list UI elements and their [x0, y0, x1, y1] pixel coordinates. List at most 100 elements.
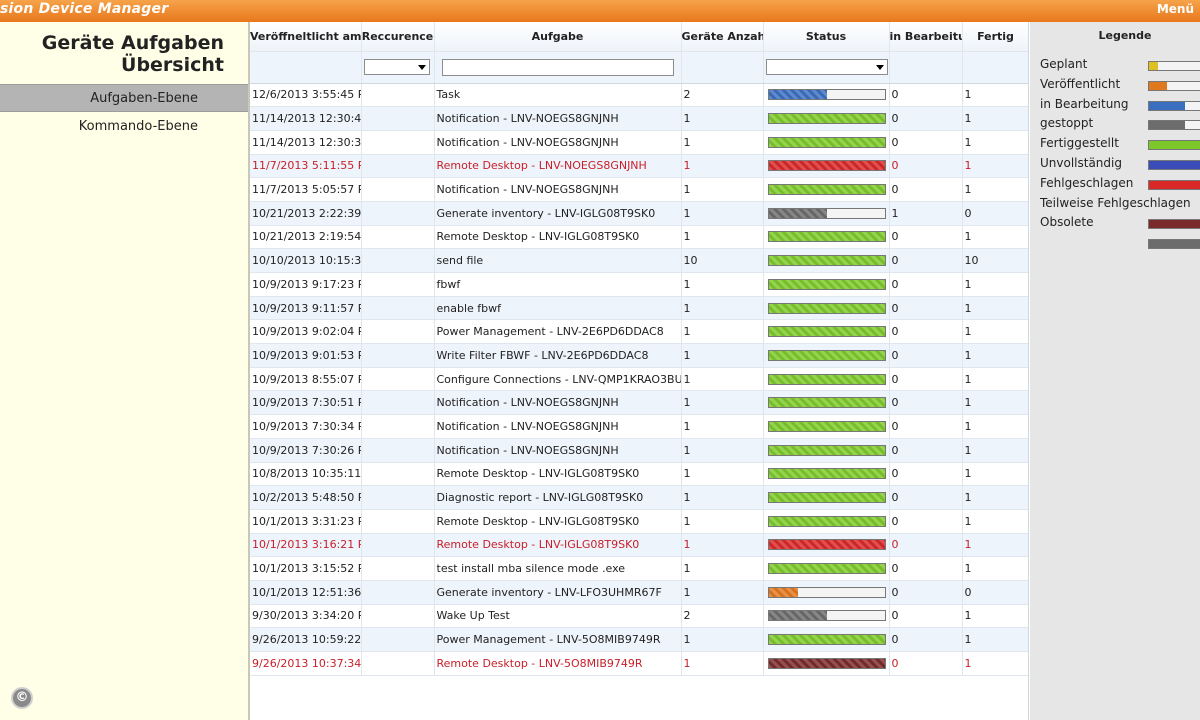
reccurence-filter-select[interactable]	[363, 59, 430, 75]
table-row[interactable]: 10/1/2013 3:15:52 PM test install mba sil…	[250, 556, 1028, 581]
table-row[interactable]: 10/21/2013 2:22:39 PM Generate inventory …	[250, 201, 1028, 226]
cell-reccurence	[361, 272, 435, 297]
cell-date: 10/21/2013 2:22:39 PM	[250, 201, 362, 226]
table-row[interactable]: 10/21/2013 2:19:54 PM Remote Desktop - LN…	[250, 225, 1028, 250]
table-row[interactable]: 10/9/2013 9:17:23 PMfbwf101	[250, 272, 1028, 297]
legend-item: Fertiggestellt	[1040, 136, 1200, 154]
legend-item-label: gestoppt	[1040, 116, 1094, 131]
status-progress-fill	[768, 350, 885, 360]
cell-reccurence	[361, 319, 435, 345]
status-progress-fill	[768, 564, 885, 574]
table-row[interactable]: 10/9/2013 7:30:34 PM Notification - LNV-N…	[250, 414, 1028, 439]
app-title: sion Device Manager	[0, 1, 169, 17]
cell-in-bearbeitung: 0	[889, 296, 963, 321]
legend-item: Unvollständig	[1040, 156, 1200, 174]
table-row[interactable]: 11/14/2013 12:30:42 PM Notification - LNV…	[250, 106, 1028, 131]
cell-status	[763, 130, 890, 155]
menu-button[interactable]: Menü	[1157, 2, 1194, 16]
table-row[interactable]: 11/14/2013 12:30:33 PM Notification - LNV…	[250, 130, 1028, 155]
status-progress-bar	[767, 160, 886, 172]
cell-in-bearbeitung: 0	[889, 604, 963, 629]
cell-reccurence	[361, 225, 435, 250]
cell-status	[763, 651, 890, 676]
table-row[interactable]: 10/9/2013 9:11:57 PMenable fbwf101	[250, 296, 1028, 321]
cell-in-bearbeitung: 0	[889, 106, 963, 131]
filter-cell-aufgabe	[434, 51, 682, 84]
cell-date: 10/9/2013 9:02:04 PM	[250, 319, 362, 345]
cell-status	[763, 248, 890, 273]
table-row[interactable]: 10/10/2013 10:15:32 AMsend file10010	[250, 248, 1028, 273]
column-header-in-bearbeitung[interactable]: in Bearbeitu	[889, 22, 963, 52]
status-filter-select[interactable]	[765, 59, 888, 75]
cell-date: 10/9/2013 7:30:34 PM	[250, 414, 362, 439]
cell-geraete-anzahl: 1	[681, 627, 764, 652]
legend-item-label: Geplant	[1040, 57, 1088, 71]
table-row[interactable]: 10/1/2013 3:16:21 PM Remote Desktop - LNV…	[250, 533, 1028, 558]
cell-geraete-anzahl: 1	[681, 414, 764, 439]
cell-aufgabe: Diagnostic report - LNV-IGLG08T9SK0	[434, 485, 682, 510]
legend-swatch	[1148, 239, 1200, 250]
column-header-fertig[interactable]: Fertig	[962, 22, 1028, 52]
column-header-status[interactable]: Status	[763, 22, 890, 52]
cell-geraete-anzahl: 1	[681, 462, 764, 487]
cell-reccurence	[361, 627, 435, 652]
cell-in-bearbeitung: 0	[889, 485, 963, 510]
table-row[interactable]: 11/7/2013 5:11:55 PM Remote Desktop - LNV…	[250, 154, 1028, 179]
legend-title: Legende	[1098, 29, 1152, 42]
cell-aufgabe: Remote Desktop - LNV-5O8MIB9749R	[434, 651, 682, 676]
cell-fertig: 1	[962, 485, 1028, 510]
cell-aufgabe: Remote Desktop - LNV-IGLG08T9SK0	[434, 462, 682, 487]
table-row[interactable]: 10/9/2013 8:55:07 PM Configure Connection…	[250, 367, 1028, 392]
table-row[interactable]: 10/8/2013 10:35:11 AM Remote Desktop - LN…	[250, 462, 1028, 487]
table-row[interactable]: 10/9/2013 9:02:04 PM Power Management - L…	[250, 319, 1028, 345]
cell-in-bearbeitung: 0	[889, 390, 963, 416]
cell-reccurence	[361, 390, 435, 416]
table-row[interactable]: 11/7/2013 5:05:57 PM Notification - LNV-N…	[250, 177, 1028, 202]
cell-in-bearbeitung: 0	[889, 556, 963, 581]
cell-status	[763, 367, 890, 392]
legend-swatch-fill	[1149, 101, 1185, 110]
table-row[interactable]: 10/9/2013 7:30:51 PM Notification - LNV-N…	[250, 390, 1028, 416]
status-progress-bar	[767, 397, 886, 409]
aufgabe-filter-input[interactable]	[441, 58, 674, 76]
cell-status	[763, 296, 890, 321]
cell-status	[763, 509, 890, 534]
table-row[interactable]: 10/2/2013 5:48:50 PM Diagnostic report - …	[250, 485, 1028, 510]
sidebar-item-aufgaben-ebene[interactable]: Aufgaben-Ebene	[0, 84, 248, 112]
table-row[interactable]: 10/1/2013 12:51:36 PM Generate inventory …	[250, 580, 1028, 605]
cell-in-bearbeitung: 0	[889, 462, 963, 487]
table-row[interactable]: 10/9/2013 9:01:53 PM Write Filter FBWF - …	[250, 343, 1028, 368]
column-header-reccurence[interactable]: Reccurence	[361, 22, 435, 52]
cell-reccurence	[361, 367, 435, 392]
cell-geraete-anzahl: 1	[681, 438, 764, 463]
cell-aufgabe: Power Management - LNV-2E6PD6DDAC8	[434, 319, 682, 345]
column-header-aufgabe[interactable]: Aufgabe	[434, 22, 682, 52]
status-progress-fill	[768, 658, 885, 668]
legend-panel: Legende Geplant Veröffentlicht in Bearbeit…	[1030, 22, 1200, 720]
legend-item: Obsolete	[1040, 215, 1200, 233]
table-row[interactable]: 9/26/2013 10:59:22 AM Power Management - …	[250, 627, 1028, 652]
table-row[interactable]: 9/26/2013 10:37:34 AM Remote Desktop - LN…	[250, 651, 1028, 676]
status-progress-fill	[768, 398, 885, 408]
legend-swatch	[1148, 160, 1200, 170]
sidebar-item-kommando-ebene[interactable]: Kommando-Ebene	[0, 113, 248, 141]
cell-in-bearbeitung: 0	[889, 580, 963, 605]
copyright-icon: ©	[11, 687, 33, 709]
cell-geraete-anzahl: 1	[681, 580, 764, 605]
page-title-line2: Übersicht	[121, 54, 224, 76]
cell-date: 10/9/2013 7:30:51 PM	[250, 390, 362, 416]
table-row[interactable]: 9/30/2013 3:34:20 PM Wake Up Test2 01	[250, 604, 1028, 629]
filter-cell-empty	[962, 51, 1028, 84]
column-header-geraete-anzahl[interactable]: Geräte Anzahl	[681, 22, 764, 52]
cell-date: 10/8/2013 10:35:11 AM	[250, 462, 362, 487]
table-row[interactable]: 10/9/2013 7:30:26 PM Notification - LNV-N…	[250, 438, 1028, 463]
cell-fertig: 1	[962, 438, 1028, 463]
table-row[interactable]: 10/1/2013 3:31:23 PM Remote Desktop - LNV…	[250, 509, 1028, 534]
status-progress-fill	[768, 161, 885, 171]
legend-swatch-fill	[1149, 121, 1185, 130]
table-row[interactable]: 12/6/2013 3:55:45 PM Task2 01	[250, 83, 1028, 108]
column-header-date[interactable]: Veröffneltlicht am	[250, 22, 362, 52]
cell-in-bearbeitung: 0	[889, 533, 963, 558]
cell-date: 10/9/2013 9:01:53 PM	[250, 343, 362, 368]
cell-fertig: 1	[962, 296, 1028, 321]
